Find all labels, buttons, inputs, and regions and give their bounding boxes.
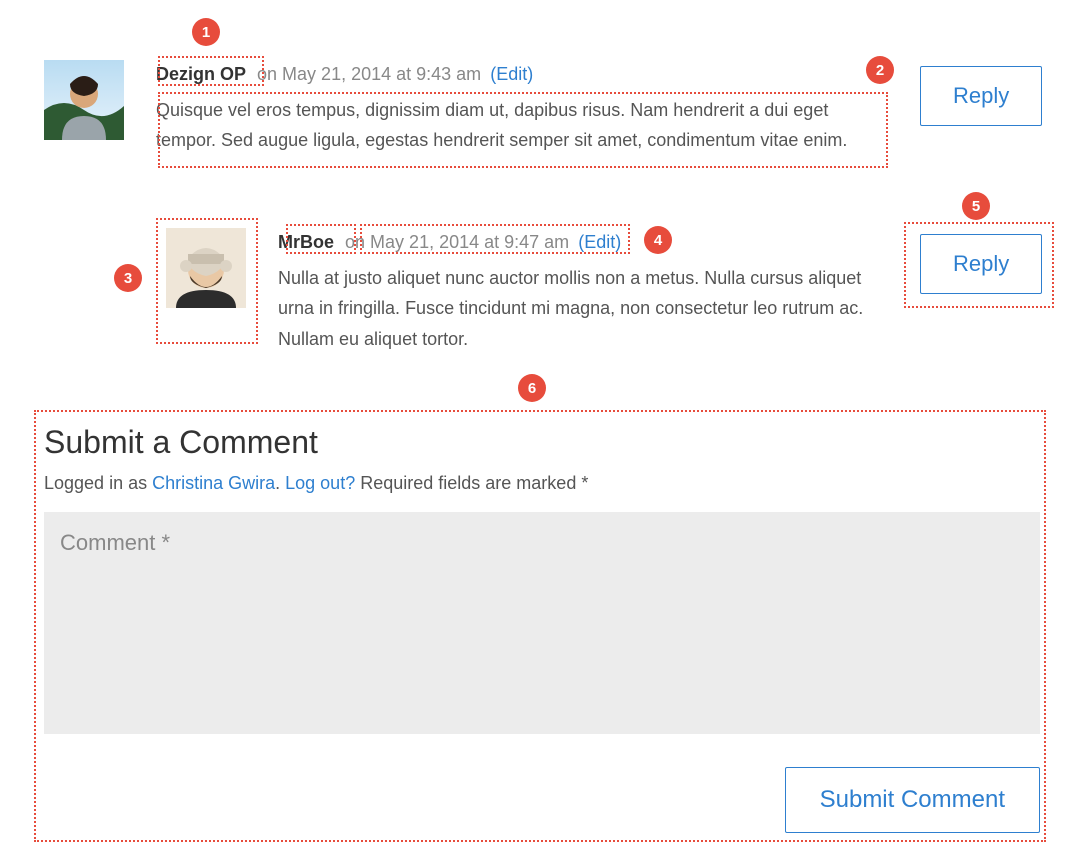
edit-link[interactable]: (Edit): [490, 64, 533, 84]
submit-comment-button[interactable]: Submit Comment: [785, 767, 1040, 833]
required-note: Required fields are marked *: [355, 473, 588, 493]
reply-button[interactable]: Reply: [920, 66, 1042, 126]
logout-link[interactable]: Log out?: [285, 473, 355, 493]
comment-author: Dezign OP: [156, 64, 246, 84]
comment-text: Quisque vel eros tempus, dignissim diam …: [156, 95, 876, 156]
reply-button[interactable]: Reply: [920, 234, 1042, 294]
comment-1: Dezign OP on May 21, 2014 at 9:43 am (Ed…: [44, 60, 1044, 156]
comment-2: MrBoe on May 21, 2014 at 9:47 am (Edit) …: [166, 228, 1046, 355]
comment-textarea[interactable]: [44, 512, 1040, 734]
annotation-badge-3: 3: [114, 264, 142, 292]
avatar-icon: [166, 228, 246, 308]
logged-in-user-link[interactable]: Christina Gwira: [152, 473, 275, 493]
logged-in-prefix: Logged in as: [44, 473, 152, 493]
avatar-icon: [44, 60, 124, 140]
edit-link[interactable]: (Edit): [578, 232, 621, 252]
comment-body: Dezign OP on May 21, 2014 at 9:43 am (Ed…: [156, 60, 1044, 156]
comment-timestamp: on May 21, 2014 at 9:43 am: [257, 64, 481, 84]
submit-comment-section: Submit a Comment Logged in as Christina …: [44, 424, 1040, 833]
submit-heading: Submit a Comment: [44, 424, 1040, 461]
annotation-badge-6: 6: [518, 374, 546, 402]
period: .: [275, 473, 285, 493]
comment-author: MrBoe: [278, 232, 334, 252]
comment-text: Nulla at justo aliquet nunc auctor molli…: [278, 263, 888, 355]
comment-timestamp: on May 21, 2014 at 9:47 am: [345, 232, 569, 252]
comment-meta-line: Dezign OP on May 21, 2014 at 9:43 am (Ed…: [156, 60, 1044, 89]
annotation-badge-5: 5: [962, 192, 990, 220]
annotation-badge-1: 1: [192, 18, 220, 46]
login-status-line: Logged in as Christina Gwira. Log out? R…: [44, 473, 1040, 494]
